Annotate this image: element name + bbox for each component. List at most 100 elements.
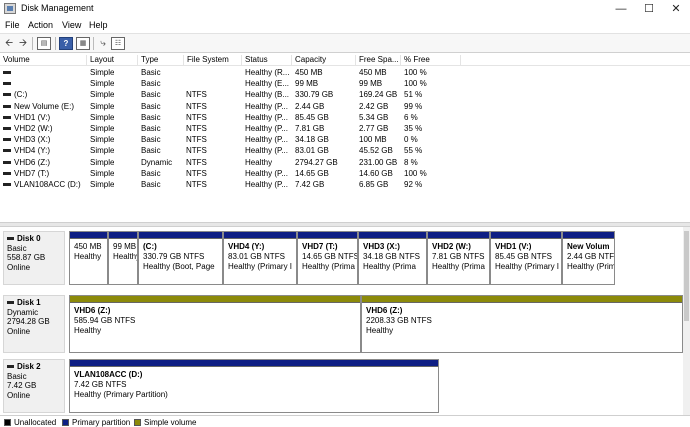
disk-size: 7.42 GB <box>7 381 37 390</box>
partition-type-bar <box>109 232 137 239</box>
volume-cell-free-space: 14.60 GB <box>359 168 393 178</box>
partition-block[interactable]: VHD3 (X:) 34.18 GB NTFS Healthy (Prima <box>358 231 427 285</box>
column-header-file-system[interactable]: File System <box>184 55 242 66</box>
volume-cell-free-space: 2.42 GB <box>359 101 389 111</box>
column-header-layout[interactable]: Layout <box>87 55 138 66</box>
minimize-icon[interactable]: — <box>608 1 634 17</box>
column-header-type[interactable]: Type <box>138 55 184 66</box>
volume-cell-free-space: 45.52 GB <box>359 146 393 156</box>
volume-cell-status: Healthy (P... <box>245 123 288 133</box>
toolbar-separator <box>32 37 33 50</box>
vertical-scrollbar[interactable] <box>683 227 690 415</box>
disk-management-app-icon <box>4 3 16 14</box>
partition-name: VHD6 (Z:) <box>366 306 403 315</box>
volume-cell-status: Healthy <box>245 157 273 167</box>
settings-icon[interactable]: ☷ <box>111 37 125 50</box>
volume-cell-layout: Simple <box>90 90 115 100</box>
legend-swatch <box>62 419 69 426</box>
disk-name: Disk 0 <box>7 234 61 244</box>
scrollbar-thumb[interactable] <box>684 231 689 321</box>
partition-status: Healthy (Boot, Page <box>143 262 215 271</box>
volume-icon <box>3 82 11 86</box>
column-header-capacity[interactable]: Capacity <box>292 55 356 66</box>
volume-cell-percent-free: 51 % <box>404 90 423 100</box>
partition-name: VLAN108ACC (D:) <box>74 370 143 379</box>
disk-graphical-view: Disk 0 Basic 558.87 GB Online 450 MB Healthy 9… <box>0 227 690 415</box>
legend-swatch <box>4 419 11 426</box>
volume-cell-free-space: 2.77 GB <box>359 123 389 133</box>
partition-block[interactable]: VHD6 (Z:) 2208.33 GB NTFS Healthy <box>361 295 683 353</box>
volume-cell-layout: Simple <box>90 123 115 133</box>
volume-row[interactable]: (C:) Simple Basic NTFS Healthy (B... 330.79 G… <box>0 89 690 100</box>
volume-cell-percent-free: 55 % <box>404 146 423 156</box>
volume-row[interactable]: VHD6 (Z:) Simple Dynamic NTFS Healthy 2794.27… <box>0 157 690 168</box>
volume-cell-capacity: 450 MB <box>295 68 323 77</box>
partition-block[interactable]: VHD4 (Y:) 83.01 GB NTFS Healthy (Primary I <box>223 231 297 285</box>
disk-info-panel[interactable]: Disk 1 Dynamic 2794.28 GB Online <box>3 295 65 353</box>
partition-block[interactable]: 450 MB Healthy <box>69 231 108 285</box>
partition-type-bar <box>491 232 561 239</box>
volume-cell-volume: VHD7 (T:) <box>14 168 50 178</box>
volume-cell-type: Basic <box>141 112 161 122</box>
console-tree-icon[interactable]: ▤ <box>37 37 51 50</box>
volume-row[interactable]: VHD1 (V:) Simple Basic NTFS Healthy (P... 85.… <box>0 112 690 123</box>
partition-name: VHD3 (X:) <box>363 242 400 251</box>
partition-block[interactable]: 99 MB Healthy <box>108 231 138 285</box>
volume-cell-capacity: 7.81 GB <box>295 123 325 133</box>
partition-block[interactable]: New Volum 2.44 GB NTFS Healthy (Prim <box>562 231 615 285</box>
volume-row[interactable]: Simple Basic Healthy (E... 99 MB 99 MB 100 % <box>0 78 690 89</box>
connect-icon[interactable]: ⤷ <box>96 37 110 50</box>
partition-status: Healthy (Prima <box>432 262 485 271</box>
volume-cell-status: Healthy (B... <box>245 90 290 100</box>
partition-block[interactable]: VHD7 (T:) 14.65 GB NTFS Healthy (Prima <box>297 231 358 285</box>
menu-file[interactable]: File <box>5 20 20 30</box>
volume-row[interactable]: VHD4 (Y:) Simple Basic NTFS Healthy (P... 83.… <box>0 145 690 156</box>
volume-cell-free-space: 231.00 GB <box>359 157 398 167</box>
column-header-status[interactable]: Status <box>242 55 292 66</box>
volume-row[interactable]: VHD7 (T:) Simple Basic NTFS Healthy (P... 14.… <box>0 168 690 179</box>
volume-row[interactable]: Simple Basic Healthy (R... 450 MB 450 MB 100 … <box>0 67 690 78</box>
volume-row[interactable]: VLAN108ACC (D:) Simple Basic NTFS Healthy (P… <box>0 179 690 190</box>
forward-arrow-icon[interactable]: 🡪 <box>16 37 30 50</box>
column-header-percent-free[interactable]: % Free <box>401 55 461 66</box>
menu-view[interactable]: View <box>62 20 81 30</box>
column-header-free-space[interactable]: Free Spa... <box>356 55 401 66</box>
volume-cell-layout: Simple <box>90 101 115 111</box>
disk-name: Disk 1 <box>7 298 61 308</box>
close-icon[interactable]: ✕ <box>663 1 689 17</box>
column-header-volume[interactable]: Volume <box>0 55 87 66</box>
partition-block[interactable]: VHD2 (W:) 7.81 GB NTFS Healthy (Prima <box>427 231 490 285</box>
menu-help[interactable]: Help <box>89 20 108 30</box>
menu-action[interactable]: Action <box>28 20 53 30</box>
help-icon[interactable]: ? <box>59 37 73 50</box>
volume-cell-volume: VHD4 (Y:) <box>14 146 51 156</box>
properties-icon[interactable]: ▦ <box>76 37 90 50</box>
volume-cell-type: Dynamic <box>141 157 173 167</box>
partition-block[interactable]: VHD6 (Z:) 585.94 GB NTFS Healthy <box>69 295 361 353</box>
volume-cell-type: Basic <box>141 68 161 77</box>
volume-cell-free-space: 6.85 GB <box>359 179 389 189</box>
volume-row[interactable]: VHD3 (X:) Simple Basic NTFS Healthy (P... 34.… <box>0 134 690 145</box>
volume-icon <box>3 115 11 119</box>
partition-type-bar <box>224 232 296 239</box>
volume-cell-type: Basic <box>141 101 161 111</box>
maximize-icon[interactable]: ☐ <box>636 1 662 17</box>
partition-type-bar <box>139 232 222 239</box>
volume-cell-capacity: 7.42 GB <box>295 179 325 189</box>
volume-icon <box>3 138 11 142</box>
volume-cell-volume: VHD6 (Z:) <box>14 157 50 167</box>
disk-type: Basic <box>7 371 27 381</box>
disk-info-panel[interactable]: Disk 0 Basic 558.87 GB Online <box>3 231 65 285</box>
partition-block[interactable]: VHD1 (V:) 85.45 GB NTFS Healthy (Primary I <box>490 231 562 285</box>
partition-block[interactable]: VLAN108ACC (D:) 7.42 GB NTFS Healthy (Prim… <box>69 359 439 413</box>
partition-type-bar <box>70 296 360 303</box>
volume-cell-percent-free: 100 % <box>404 68 427 77</box>
volume-row[interactable]: VHD2 (W:) Simple Basic NTFS Healthy (P... 7.8… <box>0 123 690 134</box>
disk-info-panel[interactable]: Disk 2 Basic 7.42 GB Online <box>3 359 65 413</box>
volume-cell-volume: VHD1 (V:) <box>14 112 51 122</box>
volume-row[interactable]: New Volume (E:) Simple Basic NTFS Healthy (P… <box>0 101 690 112</box>
partition-block[interactable]: (C:) 330.79 GB NTFS Healthy (Boot, Page <box>138 231 223 285</box>
partition-name: (C:) <box>143 242 157 251</box>
partition-status: Healthy <box>113 252 138 261</box>
back-arrow-icon[interactable]: 🡨 <box>2 37 16 50</box>
